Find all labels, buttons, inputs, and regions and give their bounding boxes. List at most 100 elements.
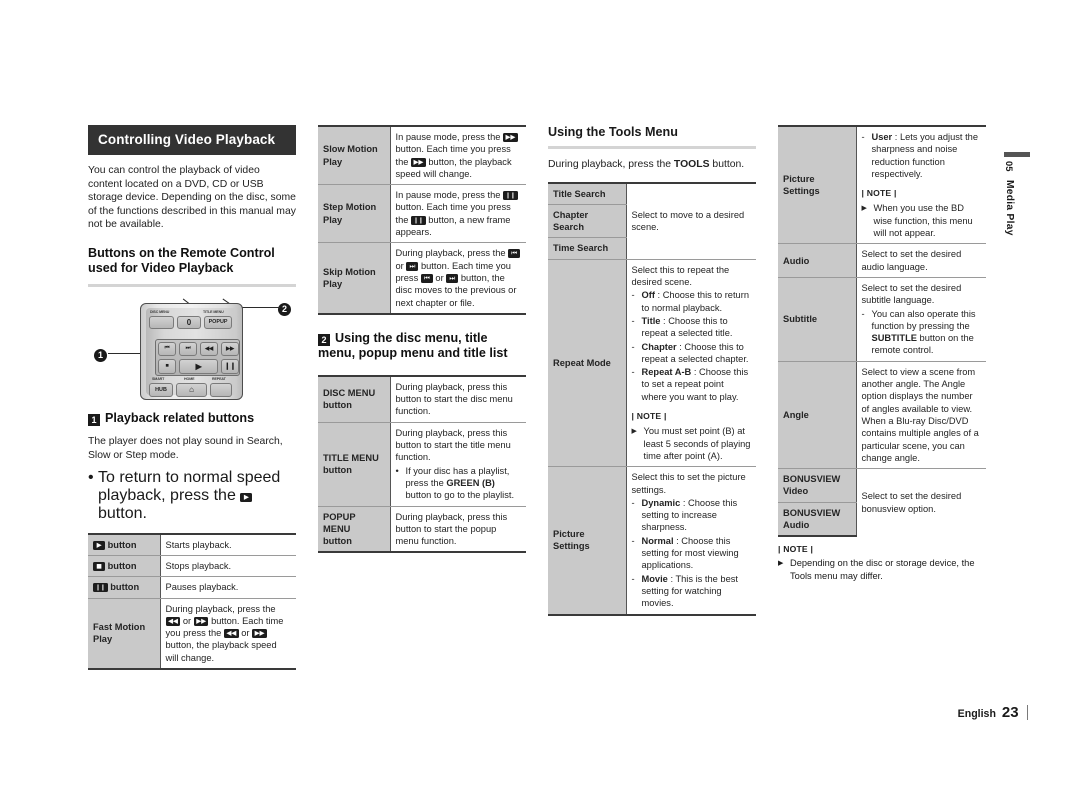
table-row: Picture Settings Select this to set the p… <box>548 466 756 616</box>
fastforward-icon: ▶▶ <box>503 133 518 142</box>
row-label-bonusview-audio: BONUSVIEW Audio <box>778 501 857 538</box>
tab-bar <box>1004 152 1030 157</box>
table-row: TITLE MENU button During playback, press… <box>318 421 526 507</box>
row-desc-title-menu: During playback, press this button to st… <box>390 421 526 507</box>
note-header: | NOTE | <box>861 188 897 199</box>
label-suffix: button <box>107 560 137 571</box>
side-chapter-tab: 05 Media Play <box>1004 152 1030 236</box>
row-label-stop: ■ button <box>88 554 161 578</box>
prev-icon: ⏮ <box>508 249 521 259</box>
row-label-pause: ❙❙ button <box>88 576 161 599</box>
title-menu-bullet: • If your disc has a playlist, press the… <box>395 465 515 501</box>
tools-menu-table-continued: Picture Settings - User : Lets you adjust … <box>778 125 986 538</box>
remote-rewind-button[interactable]: ◀◀ <box>200 341 218 356</box>
note-text: You must set point (B) at least 5 second… <box>643 426 751 461</box>
row-label-disc-menu: DISC MENU button <box>318 374 391 423</box>
label-suffix: button <box>110 582 140 593</box>
row-label-picture-settings-cont: Picture Settings <box>778 125 857 245</box>
table-row: Angle Select to view a scene from anothe… <box>778 360 986 470</box>
next-icon: ⏭ <box>446 273 459 283</box>
next-icon: ⏭ <box>406 261 419 271</box>
row-desc-skip-motion: During playback, press the ⏮ or ⏭ button… <box>390 242 526 315</box>
row-label-title-menu: TITLE MENU button <box>318 421 391 507</box>
table-row: Picture Settings - User : Lets you adjust … <box>778 125 986 245</box>
remote-inner-panel: DISC MENU TITLE MENU 0 POPUP ⏮ ⏭ ◀◀ ▶▶ ■… <box>146 307 240 397</box>
column-1: Controlling Video Playback You can contr… <box>88 125 296 671</box>
remote-repeat-button[interactable] <box>210 382 232 397</box>
table-row: ▶ button Starts playback. <box>88 532 296 556</box>
pause-icon: ❙❙ <box>503 191 518 201</box>
row-desc-audio: Select to set the desired audio language… <box>856 243 986 278</box>
final-note-header: | NOTE | <box>778 544 814 555</box>
row-desc-picture-settings: Select this to set the picture settings.… <box>626 466 756 616</box>
remote-fastforward-button[interactable]: ▶▶ <box>221 341 239 356</box>
row-desc-stop: Stops playback. <box>160 554 296 578</box>
row-desc-picture-settings-cont: - User : Lets you adjust the sharpness an… <box>856 125 986 245</box>
remote-label-disc-menu: DISC MENU <box>150 309 170 314</box>
row-desc-search: Select to move to a desired scene. <box>626 181 756 260</box>
table-row: DISC MENU button During playback, press … <box>318 374 526 423</box>
tools-button-name: TOOLS <box>673 159 710 170</box>
disc-menu-table: DISC MENU button During playback, press … <box>318 374 526 554</box>
rewind-icon: ◀◀ <box>165 616 181 626</box>
row-desc-disc-menu: During playback, press this button to st… <box>390 374 526 423</box>
divider <box>548 146 756 149</box>
row-label-repeat-mode: Repeat Mode <box>548 258 627 468</box>
row-label-title-search: Title Search <box>548 181 627 205</box>
marker-1: 1 <box>88 413 100 426</box>
picture-option: - Normal : Choose this setting for most v… <box>631 535 739 571</box>
remote-next-button[interactable]: ⏭ <box>179 341 197 356</box>
chapter-title: Media Play <box>1004 180 1015 237</box>
remote-label-home: HOME <box>184 376 195 381</box>
remote-disc-menu-button[interactable] <box>149 315 174 329</box>
label-suffix: button <box>107 539 137 550</box>
footer-language: English <box>957 708 996 720</box>
fastforward-icon: ▶▶ <box>252 629 267 639</box>
remote-play-button[interactable]: ▶ <box>179 358 218 374</box>
remote-label-smart: SMART <box>152 376 165 381</box>
motion-play-table: Slow Motion Play In pause mode, press th… <box>318 125 526 315</box>
remote-popup-button[interactable]: POPUP <box>204 315 232 329</box>
home-icon[interactable]: ⌂ <box>176 382 207 397</box>
tools-intro: During playback, press the TOOLS button. <box>548 159 745 170</box>
remote-prev-button[interactable]: ⏮ <box>158 341 176 356</box>
prev-icon: ⏮ <box>420 273 433 283</box>
remote-stop-button[interactable]: ■ <box>158 358 176 374</box>
row-desc-pause: Pauses playback. <box>160 576 296 599</box>
row-desc-repeat-mode: Select this to repeat the desired scene.… <box>626 258 756 468</box>
remote-zero-button[interactable]: 0 <box>177 315 201 329</box>
tools-menu-title: Using the Tools Menu <box>548 125 678 139</box>
fastforward-icon: ▶▶ <box>193 616 209 626</box>
table-row: Subtitle Select to set the desired subti… <box>778 276 986 362</box>
footer-rule <box>1026 705 1028 720</box>
table-row: Skip Motion Play During playback, press … <box>318 242 526 315</box>
row-label-bonusview-video: BONUSVIEW Video <box>778 468 857 503</box>
column-2: Slow Motion Play In pause mode, press th… <box>318 125 526 554</box>
row-label-time-search: Time Search <box>548 237 627 260</box>
triangle-bullet-icon: ▶ <box>778 560 784 568</box>
remote-playback-panel: ⏮ ⏭ ◀◀ ▶▶ ■ ▶ ❙❙ <box>155 338 240 376</box>
bullet-dot: • <box>88 468 94 486</box>
play-key-icon: ▶ <box>240 492 253 502</box>
table-row: Step Motion Play In pause mode, press th… <box>318 184 526 244</box>
table-row: Repeat Mode Select this to repeat the de… <box>548 258 756 468</box>
table-row: Fast Motion Play During playback, press … <box>88 597 296 671</box>
table-row: POPUP MENU button During playback, press… <box>318 505 526 554</box>
triangle-bullet-icon: ▶ <box>631 428 637 436</box>
playback-heading-text: Playback related buttons <box>105 410 255 425</box>
pause-icon: ❙❙ <box>93 583 108 593</box>
row-label-slow-motion: Slow Motion Play <box>318 125 391 186</box>
remote-pause-button[interactable]: ❙❙ <box>221 358 239 374</box>
remote-smart-hub-button[interactable]: HUB <box>149 382 173 397</box>
pause-icon: ❙❙ <box>411 215 426 225</box>
remote-top-row: 0 POPUP <box>149 315 232 329</box>
row-desc-slow-motion: In pause mode, press the ▶▶ button. Each… <box>390 125 526 186</box>
row-label-picture-settings: Picture Settings <box>548 466 627 616</box>
row-label-skip-motion: Skip Motion Play <box>318 242 391 315</box>
subtitle-option: - You can also operate this function by p… <box>861 308 976 356</box>
subheading-remote-buttons: Buttons on the Remote Control used for V… <box>88 245 275 276</box>
row-desc-step-motion: In pause mode, press the ❙❙ button. Each… <box>390 184 526 244</box>
rewind-icon: ◀◀ <box>223 629 239 639</box>
remote-label-repeat: REPEAT <box>212 376 226 381</box>
table-row: Title Search Select to move to a desired… <box>548 181 756 260</box>
